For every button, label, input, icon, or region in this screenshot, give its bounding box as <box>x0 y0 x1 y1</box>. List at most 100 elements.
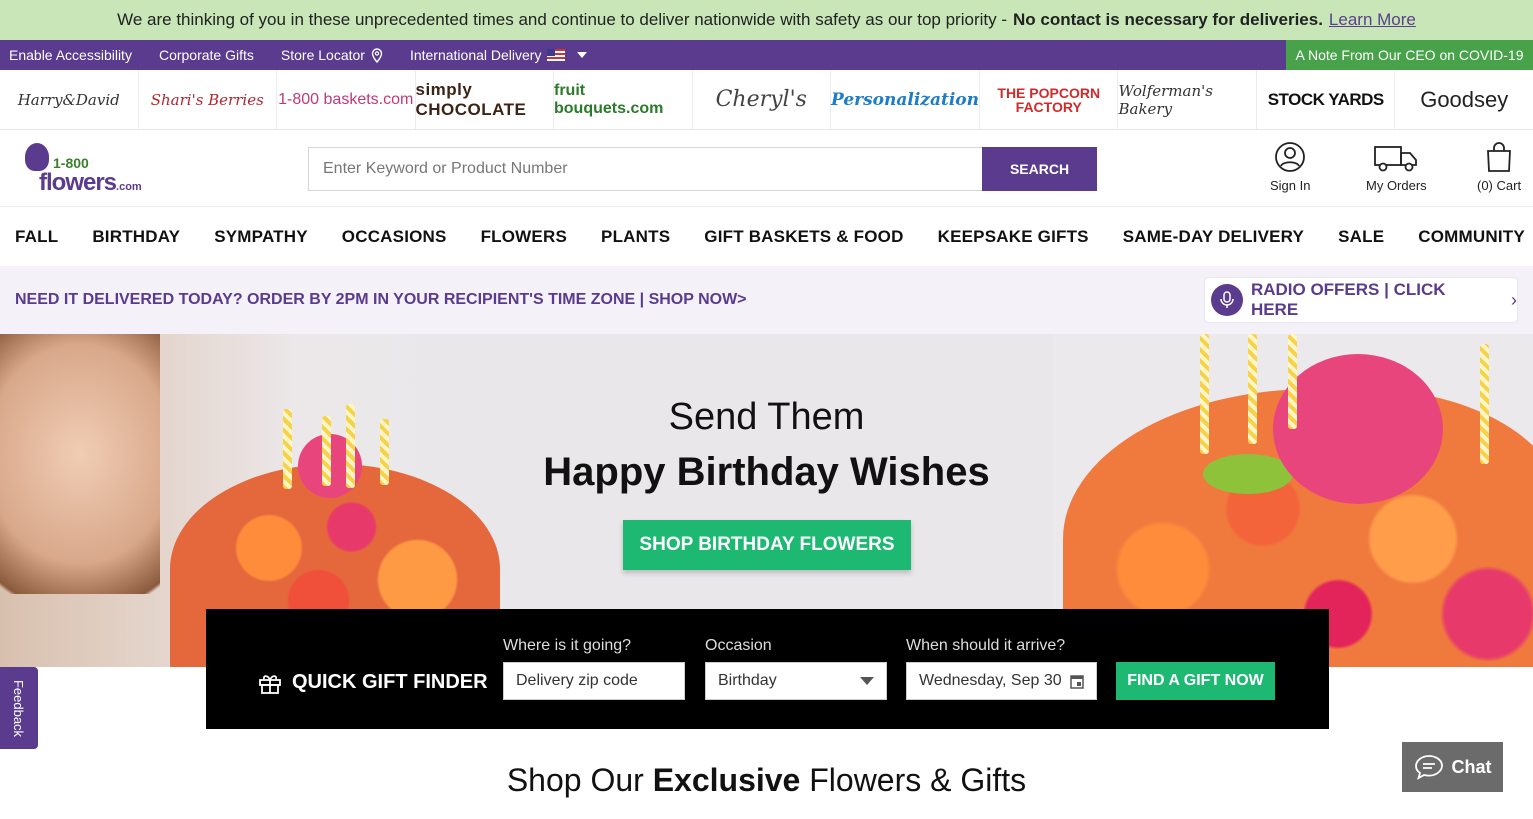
shopping-bag-icon <box>1487 142 1511 172</box>
nav-item-occasions[interactable]: OCCASIONS <box>342 227 447 247</box>
chat-bubble-icon <box>1414 755 1443 780</box>
nav-item-community[interactable]: COMMUNITY <box>1418 227 1525 247</box>
chevron-down-icon <box>577 52 588 58</box>
nav-item-gift-baskets[interactable]: GIFT BASKETS & FOOD <box>704 227 903 247</box>
zip-code-input[interactable]: Delivery zip code <box>503 662 685 700</box>
logo-word: flowers.com <box>39 169 142 197</box>
chat-button[interactable]: Chat <box>1402 742 1503 792</box>
section-title-bold: Exclusive <box>652 762 801 798</box>
ceo-note-link[interactable]: A Note From Our CEO on COVID-19 <box>1286 40 1533 70</box>
utility-bar: Enable Accessibility Corporate Gifts Sto… <box>0 40 1533 70</box>
microphone-icon <box>1211 284 1243 316</box>
sign-in-label: Sign In <box>1270 178 1311 193</box>
brand-goodsey-logo: Goodsey <box>1420 86 1509 112</box>
radio-offers-button[interactable]: RADIO OFFERS | CLICK HERE › <box>1205 278 1517 322</box>
brand-popcorn-factory[interactable]: THE POPCORN FACTORY <box>980 70 1119 129</box>
brand-cheryls[interactable]: Cheryl's <box>693 70 831 129</box>
occasion-select[interactable]: Birthday <box>705 662 887 700</box>
quick-gift-finder: QUICK GIFT FINDER Where is it going? Del… <box>206 609 1329 729</box>
nav-item-flowers[interactable]: FLOWERS <box>481 227 567 247</box>
search-input[interactable]: Enter Keyword or Product Number <box>308 147 982 191</box>
logo-word-text: flowers <box>39 169 117 196</box>
nav-item-birthday[interactable]: BIRTHDAY <box>92 227 180 247</box>
occasion-value: Birthday <box>718 672 777 689</box>
nav-item-sale[interactable]: SALE <box>1338 227 1384 247</box>
brand-personalization-logo: Personalization <box>831 89 979 110</box>
sign-in-button[interactable]: Sign In <box>1270 141 1310 193</box>
announcement-bar: We are thinking of you in these unpreced… <box>0 0 1533 40</box>
section-title-pre: Shop Our <box>506 762 644 798</box>
find-a-gift-button[interactable]: FIND A GIFT NOW <box>1116 662 1275 700</box>
us-flag-icon <box>547 49 566 61</box>
brand-sharis-berries-logo: Shari's Berries <box>150 90 264 109</box>
announcement-bold-text: No contact is necessary for deliveries. <box>1013 10 1323 29</box>
quick-gift-finder-title: QUICK GIFT FINDER <box>292 671 488 693</box>
quick-gift-finder-heading: QUICK GIFT FINDER <box>258 671 488 694</box>
nav-item-same-day-delivery[interactable]: SAME-DAY DELIVERY <box>1123 227 1304 247</box>
store-locator-link[interactable]: Store Locator <box>272 47 397 63</box>
site-logo[interactable]: 1-800 flowers.com <box>13 139 143 199</box>
learn-more-link[interactable]: Learn More <box>1329 10 1416 30</box>
brand-wolfermans[interactable]: Wolferman's Bakery <box>1118 70 1257 129</box>
main-nav: FALL BIRTHDAY SYMPATHY OCCASIONS FLOWERS… <box>0 208 1533 266</box>
chat-label: Chat <box>1451 756 1492 777</box>
date-label: When should it arrive? <box>906 637 1066 654</box>
brand-goodsey[interactable]: Goodsey <box>1395 70 1533 129</box>
brand-harry-david[interactable]: Harry&David <box>0 70 139 129</box>
calendar-icon <box>1070 674 1084 689</box>
radio-offers-label: RADIO OFFERS | CLICK HERE <box>1250 280 1446 319</box>
brand-cheryls-logo: Cheryl's <box>715 87 807 112</box>
brand-simply-chocolate-logo: simply CHOCOLATE <box>415 79 527 119</box>
international-delivery-label: International Delivery <box>409 47 542 63</box>
nav-item-fall[interactable]: FALL <box>15 227 58 247</box>
brand-strip: Harry&David Shari's Berries 1-800 basket… <box>0 70 1533 130</box>
nav-item-sympathy[interactable]: SYMPATHY <box>214 227 308 247</box>
occasion-label: Occasion <box>705 637 772 654</box>
chevron-right-icon: › <box>1511 289 1517 310</box>
brand-stock-yards-logo: STOCK YARDS <box>1267 89 1385 109</box>
nav-item-plants[interactable]: PLANTS <box>601 227 670 247</box>
truck-icon <box>1374 146 1418 172</box>
hero-title-line1: Send Them <box>668 396 865 438</box>
zip-label: Where is it going? <box>503 637 632 654</box>
store-locator-label: Store Locator <box>280 47 365 63</box>
brand-wolfermans-logo: Wolferman's Bakery <box>1118 81 1213 118</box>
brand-baskets-logo: 1-800 baskets.com <box>278 90 414 108</box>
promo-bar: NEED IT DELIVERED TODAY? ORDER BY 2PM IN… <box>0 266 1533 334</box>
brand-fruit-bouquets[interactable]: fruit bouquets.com <box>554 70 693 129</box>
search-button[interactable]: SEARCH <box>982 147 1097 191</box>
tulip-icon <box>25 143 49 171</box>
feedback-label: Feedback <box>11 679 27 737</box>
site-header: 1-800 flowers.com Enter Keyword or Produ… <box>0 131 1533 207</box>
cart-label: (0) Cart <box>1477 178 1522 193</box>
section-title-post: Flowers & Gifts <box>809 762 1027 798</box>
enable-accessibility-link[interactable]: Enable Accessibility <box>0 47 146 63</box>
my-orders-label: My Orders <box>1366 178 1427 193</box>
brand-personalization-universe[interactable]: Personalization <box>831 70 980 129</box>
delivery-date-input[interactable]: Wednesday, Sep 30 <box>906 662 1097 700</box>
feedback-tab[interactable]: Feedback <box>0 667 38 749</box>
cart-button[interactable]: (0) Cart <box>1477 141 1521 193</box>
nav-item-keepsake-gifts[interactable]: KEEPSAKE GIFTS <box>938 227 1089 247</box>
section-title: Shop Our Exclusive Flowers & Gifts <box>0 762 1533 799</box>
brand-popcorn-factory-logo: THE POPCORN FACTORY <box>997 84 1101 115</box>
corporate-gifts-link[interactable]: Corporate Gifts <box>150 47 268 63</box>
brand-fruit-bouquets-logo: fruit bouquets.com <box>554 81 664 117</box>
shop-birthday-flowers-button[interactable]: SHOP BIRTHDAY FLOWERS <box>623 520 911 570</box>
user-icon <box>1275 142 1306 172</box>
brand-harry-david-logo: Harry&David <box>17 90 120 109</box>
logo-suffix: .com <box>116 181 142 193</box>
hero-title-line2: Happy Birthday Wishes <box>543 450 990 494</box>
brand-baskets[interactable]: 1-800 baskets.com <box>277 70 416 129</box>
brand-sharis-berries[interactable]: Shari's Berries <box>139 70 277 129</box>
announcement-text: We are thinking of you in these unpreced… <box>117 10 1007 29</box>
same-day-promo-link[interactable]: NEED IT DELIVERED TODAY? ORDER BY 2PM IN… <box>15 291 747 309</box>
brand-simply-chocolate[interactable]: simply CHOCOLATE <box>415 70 554 129</box>
my-orders-button[interactable]: My Orders <box>1366 141 1427 193</box>
chevron-down-icon <box>860 677 874 685</box>
gift-icon <box>259 674 281 694</box>
international-delivery-link[interactable]: International Delivery <box>401 47 602 63</box>
brand-stock-yards[interactable]: STOCK YARDS <box>1257 70 1396 129</box>
date-value: Wednesday, Sep 30 <box>919 672 1062 689</box>
location-pin-icon <box>371 47 383 63</box>
